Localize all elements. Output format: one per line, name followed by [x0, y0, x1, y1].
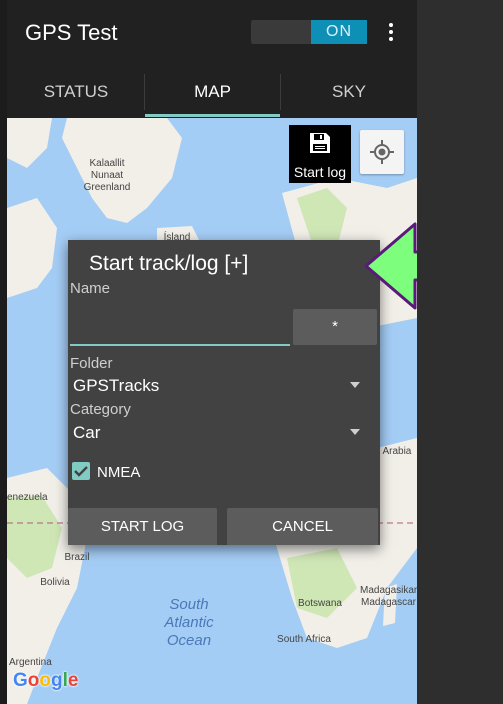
category-label: Category [70, 401, 131, 418]
place-argentina: Argentina [9, 657, 52, 668]
place-south-africa: South Africa [277, 634, 331, 645]
nmea-label: NMEA [97, 464, 141, 481]
tab-status[interactable]: STATUS [7, 66, 145, 118]
folder-select[interactable]: GPSTracks [70, 374, 362, 400]
save-disk-icon [310, 133, 330, 153]
my-location-button[interactable] [360, 130, 404, 174]
place-greenland: Kalaallit Nunaat Greenland [83, 158, 131, 193]
dialog-title: Start track/log [+] [89, 252, 249, 275]
place-brazil: Brazil [64, 552, 90, 563]
place-saudi-arabia: i Arabia [378, 446, 412, 457]
app-window: GPS Test ON STATUS MAP SKY Kalaallit Nun… [7, 0, 417, 704]
checkmark-icon [74, 466, 88, 477]
app-bar: GPS Test ON [7, 0, 417, 66]
curved-arrow-icon [364, 222, 417, 310]
start-log-label: Start log [293, 164, 347, 180]
place-botswana: Botswana [298, 598, 342, 609]
start-log-button[interactable]: Start log [289, 125, 351, 183]
google-logo-text: Google [13, 670, 79, 691]
tab-bar: STATUS MAP SKY [7, 66, 417, 118]
gps-toggle[interactable]: ON [251, 20, 367, 44]
place-bolivia: Bolivia [40, 577, 70, 588]
folder-value: GPSTracks [73, 376, 160, 395]
name-label: Name [70, 280, 111, 297]
place-venezuela: enezuela [7, 492, 48, 503]
name-input[interactable] [70, 306, 290, 346]
start-track-dialog: Start track/log [+] Name * Folder GPSTra… [68, 240, 380, 545]
ocean-south-atlantic: South Atlantic Ocean [164, 596, 214, 649]
active-tab-indicator [145, 114, 280, 117]
tab-map[interactable]: MAP [145, 66, 280, 118]
category-value: Car [73, 423, 101, 442]
background-right [417, 0, 503, 704]
crosshair-location-icon [370, 140, 394, 164]
place-madagascar: Madagasikara Madagascar [360, 585, 417, 608]
dropdown-arrow-icon [350, 382, 360, 388]
cancel-button[interactable]: CANCEL [227, 508, 378, 545]
start-log-confirm-button[interactable]: START LOG [68, 508, 217, 545]
tab-sky[interactable]: SKY [281, 66, 417, 118]
category-select[interactable]: Car [70, 421, 362, 447]
app-title: GPS Test [25, 20, 118, 45]
toggle-on-label: ON [311, 20, 367, 44]
nmea-checkbox[interactable] [72, 462, 90, 480]
google-logo: Google [13, 670, 78, 692]
dropdown-arrow-icon [350, 429, 360, 435]
left-edge [0, 0, 7, 704]
folder-label: Folder [70, 355, 113, 372]
overflow-menu-icon[interactable] [381, 20, 401, 46]
